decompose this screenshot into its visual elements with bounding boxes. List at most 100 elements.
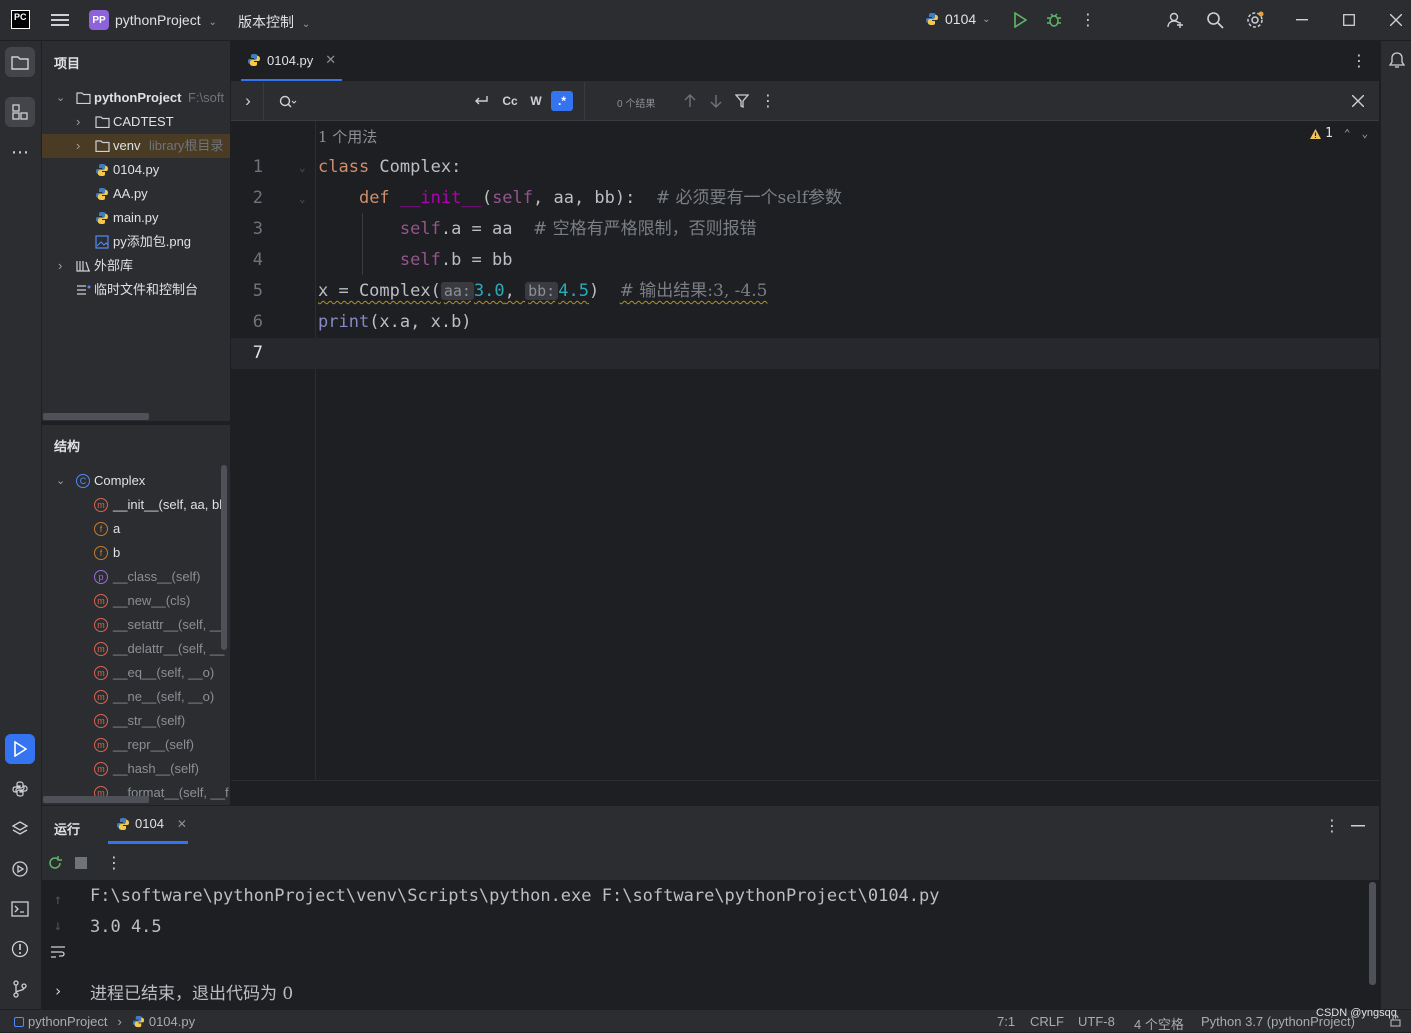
console-scrollbar[interactable] <box>1369 882 1376 985</box>
code-editor[interactable]: 1 个用法 1 ⌃ ⌄ 1 2 3 4 5 6 7 ⌄ ⌄ class Comp… <box>231 121 1379 780</box>
code-token: def <box>358 188 390 208</box>
run-console[interactable]: ↑ ↓ › F:\software\pythonProject\venv\Scr… <box>42 880 1379 1008</box>
vertical-scrollbar[interactable] <box>221 465 227 650</box>
git-branch-icon[interactable] <box>5 974 35 1004</box>
run-tool-icon[interactable] <box>5 734 35 764</box>
maximize-icon[interactable] <box>1339 10 1359 30</box>
next-occurrence-icon[interactable] <box>706 91 726 111</box>
scroll-up-icon[interactable]: ↑ <box>50 892 66 908</box>
find-input[interactable] <box>303 90 467 114</box>
structure-member[interactable]: m __delattr__(self, __ <box>42 637 230 661</box>
structure-class-node[interactable]: ⌄ C Complex <box>42 469 230 493</box>
chevron-down-icon: ⌄ <box>301 19 311 30</box>
tree-item-file[interactable]: main.py <box>42 206 230 230</box>
tree-item-file[interactable]: AA.py <box>42 182 230 206</box>
scroll-down-icon[interactable]: ↓ <box>50 918 66 934</box>
chevron-down-icon[interactable]: ⌄ <box>1361 127 1368 140</box>
problems-icon[interactable] <box>5 934 35 964</box>
structure-tool-icon[interactable] <box>5 97 35 127</box>
breadcrumb-file[interactable]: 0104.py <box>149 1014 195 1029</box>
tree-item-file[interactable]: 0104.py <box>42 158 230 182</box>
indent-setting[interactable]: 4 个空格 <box>1134 1014 1184 1033</box>
caret-position[interactable]: 7:1 <box>997 1014 1015 1029</box>
structure-member[interactable]: m __hash__(self) <box>42 757 230 781</box>
run-config-selector[interactable]: 0104 ⌄ <box>925 11 991 27</box>
tree-item-scratches[interactable]: 临时文件和控制台 <box>42 278 230 302</box>
usages-hint[interactable]: 1 个用法 <box>318 126 377 147</box>
layers-icon[interactable] <box>5 814 35 844</box>
vcs-menu[interactable]: 版本控制 ⌄ <box>238 12 310 32</box>
run-panel-options-icon[interactable]: ⋮ <box>1322 816 1342 836</box>
project-switcher[interactable]: pythonProject ⌄ <box>115 12 217 28</box>
run-more-icon[interactable]: ⋮ <box>104 853 124 873</box>
editor-bottom-strip <box>231 780 1379 805</box>
search-history-icon[interactable] <box>278 92 298 112</box>
structure-member-label: __class__(self) <box>113 569 201 584</box>
close-tab-icon[interactable]: ✕ <box>177 817 187 831</box>
horizontal-scrollbar[interactable] <box>43 413 149 420</box>
structure-member[interactable]: m __new__(cls) <box>42 589 230 613</box>
filter-icon[interactable] <box>732 91 752 111</box>
expand-replace-icon[interactable]: › <box>239 91 257 111</box>
main-menu-icon[interactable] <box>50 10 70 30</box>
horizontal-scrollbar[interactable] <box>43 796 149 803</box>
breadcrumb-project[interactable]: pythonProject <box>28 1014 108 1029</box>
structure-member[interactable]: p __class__(self) <box>42 565 230 589</box>
tree-item-external-libs[interactable]: › 外部库 <box>42 254 230 278</box>
warnings-indicator[interactable]: 1 ⌃ ⌄ <box>1309 126 1368 141</box>
chevron-up-icon[interactable]: ⌃ <box>1344 127 1351 140</box>
fold-icon[interactable]: ⌄ <box>299 161 306 174</box>
soft-wrap-icon[interactable] <box>49 944 67 960</box>
close-tab-icon[interactable]: ✕ <box>325 52 336 68</box>
tree-item-project-root[interactable]: ⌄ pythonProject F:\soft <box>42 86 230 110</box>
line-separator[interactable]: CRLF <box>1030 1014 1064 1029</box>
close-find-icon[interactable] <box>1348 91 1368 111</box>
settings-gear-icon[interactable] <box>1245 10 1265 30</box>
structure-member[interactable]: m __repr__(self) <box>42 733 230 757</box>
run-tab-0104[interactable]: 0104 ✕ <box>108 806 188 844</box>
hide-panel-icon[interactable] <box>1348 816 1368 836</box>
find-options-icon[interactable]: ⋮ <box>758 91 778 111</box>
whole-words-button[interactable]: W <box>525 91 547 111</box>
debug-icon[interactable] <box>1044 10 1064 30</box>
structure-member[interactable]: m __str__(self) <box>42 709 230 733</box>
breadcrumb[interactable]: pythonProject › 0104.py <box>14 1014 195 1029</box>
structure-member-label: b <box>113 545 121 560</box>
structure-member[interactable]: m __init__(self, aa, bb <box>42 493 230 517</box>
structure-member[interactable]: m __ne__(self, __o) <box>42 685 230 709</box>
structure-member[interactable]: m __setattr__(self, __ <box>42 613 230 637</box>
close-window-icon[interactable] <box>1386 10 1406 30</box>
run-tab-label: 0104 <box>135 816 164 831</box>
tree-item-file[interactable]: py添加包.png <box>42 230 230 254</box>
tab-options-icon[interactable]: ⋮ <box>1349 51 1369 71</box>
more-actions-icon[interactable]: ⋮ <box>1078 10 1098 30</box>
fold-icon[interactable]: ⌄ <box>299 192 306 205</box>
project-tool-icon[interactable] <box>5 47 35 77</box>
structure-member[interactable]: m __eq__(self, __o) <box>42 661 230 685</box>
more-tools-icon[interactable]: ⋯ <box>5 137 35 167</box>
python-console-icon[interactable] <box>5 774 35 804</box>
app-logo[interactable]: PC <box>11 10 30 29</box>
minimize-icon[interactable] <box>1292 10 1312 30</box>
lock-icon[interactable] <box>1388 1014 1402 1028</box>
previous-occurrence-icon[interactable] <box>680 91 700 111</box>
tree-item-venv[interactable]: › venv library根目录 <box>42 134 230 158</box>
stop-icon[interactable] <box>71 853 91 873</box>
services-icon[interactable] <box>5 854 35 884</box>
search-icon[interactable] <box>1205 10 1225 30</box>
file-encoding[interactable]: UTF-8 <box>1078 1014 1115 1029</box>
regex-button[interactable]: .* <box>551 91 573 111</box>
terminal-icon[interactable] <box>5 894 35 924</box>
match-case-button[interactable]: Cc <box>498 91 522 111</box>
structure-member[interactable]: fb <box>42 541 230 565</box>
new-line-icon[interactable] <box>471 91 491 111</box>
expand-icon[interactable]: › <box>50 982 66 1000</box>
run-icon[interactable] <box>1010 10 1030 30</box>
tree-item-cadtest[interactable]: › CADTEST <box>42 110 230 134</box>
tab-0104-py[interactable]: 0104.py ✕ <box>241 41 343 81</box>
notifications-bell-icon[interactable] <box>1386 49 1408 71</box>
rerun-icon[interactable] <box>45 853 65 873</box>
add-user-icon[interactable] <box>1165 10 1185 30</box>
structure-member[interactable]: fa <box>42 517 230 541</box>
code-token: ) <box>588 281 620 301</box>
